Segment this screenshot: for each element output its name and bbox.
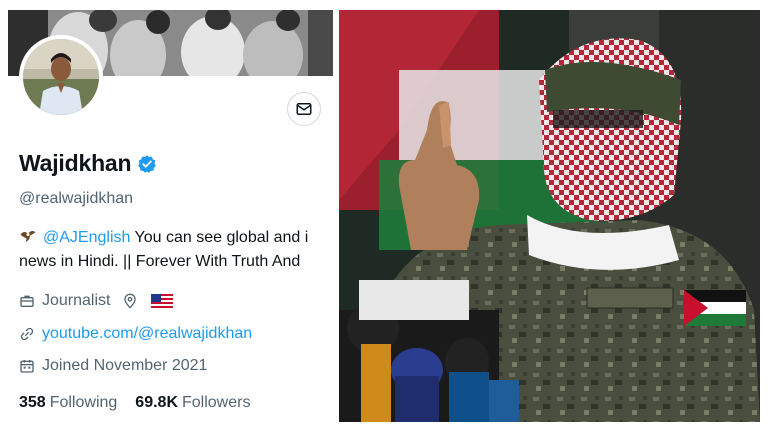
avatar[interactable] bbox=[19, 35, 103, 119]
calendar-icon bbox=[20, 360, 34, 373]
bio-line-1-text: You can see global and i bbox=[130, 229, 309, 246]
occupation-row: Journalist bbox=[19, 292, 180, 310]
eagle-icon bbox=[20, 231, 36, 242]
link-icon bbox=[20, 327, 34, 341]
bio-line-2: news in Hindi. || Forever With Truth And bbox=[19, 253, 301, 270]
follow-stats: 358 Following 69.8K Followers bbox=[19, 394, 268, 412]
joined-date: Joined November 2021 bbox=[42, 357, 208, 374]
following-count: 358 bbox=[19, 394, 46, 411]
followers-stat[interactable]: 69.8K Followers bbox=[135, 394, 250, 412]
followers-count: 69.8K bbox=[135, 394, 178, 411]
following-stat[interactable]: 358 Following bbox=[19, 394, 117, 412]
bio-mention-link[interactable]: @AJEnglish bbox=[43, 229, 130, 246]
bio-line-1: @AJEnglish You can see global and i bbox=[19, 226, 333, 250]
message-button[interactable] bbox=[287, 92, 321, 126]
joined-row: Joined November 2021 bbox=[19, 357, 207, 375]
profile-bio: @AJEnglish You can see global and i news… bbox=[19, 226, 333, 274]
briefcase-icon bbox=[20, 295, 34, 307]
verified-badge-icon[interactable] bbox=[137, 154, 157, 174]
us-flag-icon bbox=[151, 294, 174, 308]
followers-label: Followers bbox=[182, 394, 251, 411]
occupation-label: Journalist bbox=[42, 292, 111, 309]
profile-panel: Wajidkhan @realwajidkhan @AJEnglish You … bbox=[8, 10, 333, 422]
news-photo bbox=[339, 10, 760, 422]
display-name: Wajidkhan bbox=[19, 150, 132, 176]
mail-icon bbox=[296, 103, 312, 115]
website-link[interactable]: youtube.com/@realwajidkhan bbox=[42, 325, 252, 343]
display-name-row: Wajidkhan bbox=[19, 150, 157, 177]
profile-handle: @realwajidkhan bbox=[19, 190, 134, 207]
following-label: Following bbox=[49, 394, 118, 411]
location-pin-icon bbox=[124, 293, 137, 309]
website-row: youtube.com/@realwajidkhan bbox=[19, 325, 252, 343]
